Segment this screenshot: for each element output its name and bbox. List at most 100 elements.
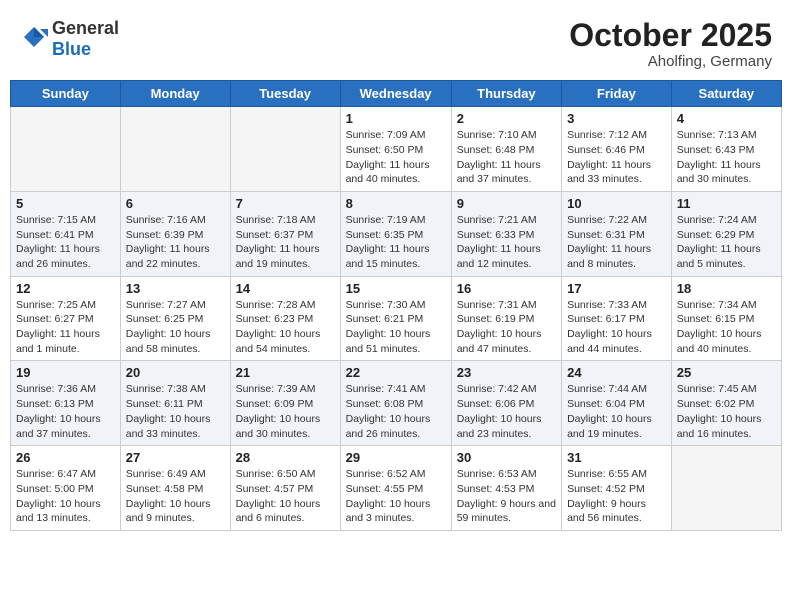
logo: General Blue <box>20 18 119 60</box>
day-detail: Sunrise: 7:25 AM Sunset: 6:27 PM Dayligh… <box>16 298 115 357</box>
calendar-cell <box>120 107 230 192</box>
day-number: 26 <box>16 450 115 465</box>
day-number: 31 <box>567 450 666 465</box>
day-number: 17 <box>567 281 666 296</box>
day-number: 4 <box>677 111 776 126</box>
day-detail: Sunrise: 7:10 AM Sunset: 6:48 PM Dayligh… <box>457 128 556 187</box>
day-detail: Sunrise: 6:53 AM Sunset: 4:53 PM Dayligh… <box>457 467 556 526</box>
calendar-cell: 14 Sunrise: 7:28 AM Sunset: 6:23 PM Dayli… <box>230 276 340 361</box>
day-detail: Sunrise: 6:50 AM Sunset: 4:57 PM Dayligh… <box>236 467 335 526</box>
calendar-header-friday: Friday <box>562 81 672 107</box>
day-number: 24 <box>567 365 666 380</box>
calendar-cell: 26Sunrise: 6:47 AM Sunset: 5:00 PM Dayli… <box>11 446 121 531</box>
calendar-table: SundayMondayTuesdayWednesdayThursdayFrid… <box>10 80 782 531</box>
day-number: 20 <box>126 365 225 380</box>
calendar-cell: 10Sunrise: 7:22 AM Sunset: 6:31 PM Dayli… <box>562 191 672 276</box>
day-detail: Sunrise: 7:13 AM Sunset: 6:43 PM Dayligh… <box>677 128 776 187</box>
day-detail: Sunrise: 7:45 AM Sunset: 6:02 PM Dayligh… <box>677 382 776 441</box>
calendar-cell: 22Sunrise: 7:41 AM Sunset: 6:08 PM Dayli… <box>340 361 451 446</box>
day-detail: Sunrise: 7:42 AM Sunset: 6:06 PM Dayligh… <box>457 382 556 441</box>
day-detail: Sunrise: 7:36 AM Sunset: 6:13 PM Dayligh… <box>16 382 115 441</box>
calendar-cell: 4 Sunrise: 7:13 AM Sunset: 6:43 PM Daylig… <box>671 107 781 192</box>
calendar-cell: 11Sunrise: 7:24 AM Sunset: 6:29 PM Dayli… <box>671 191 781 276</box>
day-number: 8 <box>346 196 446 211</box>
location: Aholfing, Germany <box>569 53 772 70</box>
day-detail: Sunrise: 6:49 AM Sunset: 4:58 PM Dayligh… <box>126 467 225 526</box>
calendar-cell <box>11 107 121 192</box>
day-number: 15 <box>346 281 446 296</box>
day-number: 16 <box>457 281 556 296</box>
day-number: 25 <box>677 365 776 380</box>
day-detail: Sunrise: 7:24 AM Sunset: 6:29 PM Dayligh… <box>677 213 776 272</box>
page-header: General Blue October 2025 Aholfing, Germ… <box>10 10 782 74</box>
day-detail: Sunrise: 7:19 AM Sunset: 6:35 PM Dayligh… <box>346 213 446 272</box>
day-number: 30 <box>457 450 556 465</box>
calendar-cell: 21Sunrise: 7:39 AM Sunset: 6:09 PM Dayli… <box>230 361 340 446</box>
calendar-cell: 13 Sunrise: 7:27 AM Sunset: 6:25 PM Dayli… <box>120 276 230 361</box>
calendar-cell: 19 Sunrise: 7:36 AM Sunset: 6:13 PM Dayli… <box>11 361 121 446</box>
calendar-cell: 27 Sunrise: 6:49 AM Sunset: 4:58 PM Dayli… <box>120 446 230 531</box>
day-detail: Sunrise: 7:34 AM Sunset: 6:15 PM Dayligh… <box>677 298 776 357</box>
calendar-cell: 18 Sunrise: 7:34 AM Sunset: 6:15 PM Dayli… <box>671 276 781 361</box>
day-number: 18 <box>677 281 776 296</box>
logo-icon <box>20 23 48 56</box>
day-number: 7 <box>236 196 335 211</box>
calendar-cell: 20 Sunrise: 7:38 AM Sunset: 6:11 PM Dayli… <box>120 361 230 446</box>
calendar-header-sunday: Sunday <box>11 81 121 107</box>
calendar-cell: 30 Sunrise: 6:53 AM Sunset: 4:53 PM Dayli… <box>451 446 561 531</box>
calendar-cell: 9 Sunrise: 7:21 AM Sunset: 6:33 PM Daylig… <box>451 191 561 276</box>
day-detail: Sunrise: 7:28 AM Sunset: 6:23 PM Dayligh… <box>236 298 335 357</box>
calendar-cell: 24 Sunrise: 7:44 AM Sunset: 6:04 PM Dayli… <box>562 361 672 446</box>
calendar-cell: 15 Sunrise: 7:30 AM Sunset: 6:21 PM Dayli… <box>340 276 451 361</box>
day-number: 3 <box>567 111 666 126</box>
calendar-header-wednesday: Wednesday <box>340 81 451 107</box>
day-detail: Sunrise: 7:27 AM Sunset: 6:25 PM Dayligh… <box>126 298 225 357</box>
calendar-cell: 8 Sunrise: 7:19 AM Sunset: 6:35 PM Daylig… <box>340 191 451 276</box>
day-detail: Sunrise: 6:52 AM Sunset: 4:55 PM Dayligh… <box>346 467 446 526</box>
day-number: 29 <box>346 450 446 465</box>
calendar-cell: 23 Sunrise: 7:42 AM Sunset: 6:06 PM Dayli… <box>451 361 561 446</box>
day-number: 10 <box>567 196 666 211</box>
day-number: 27 <box>126 450 225 465</box>
day-number: 28 <box>236 450 335 465</box>
day-number: 19 <box>16 365 115 380</box>
day-detail: Sunrise: 7:44 AM Sunset: 6:04 PM Dayligh… <box>567 382 666 441</box>
calendar-cell: 3 Sunrise: 7:12 AM Sunset: 6:46 PM Daylig… <box>562 107 672 192</box>
calendar-header-saturday: Saturday <box>671 81 781 107</box>
day-number: 14 <box>236 281 335 296</box>
day-detail: Sunrise: 7:33 AM Sunset: 6:17 PM Dayligh… <box>567 298 666 357</box>
calendar-header-thursday: Thursday <box>451 81 561 107</box>
day-detail: Sunrise: 7:30 AM Sunset: 6:21 PM Dayligh… <box>346 298 446 357</box>
logo-blue: Blue <box>52 39 91 59</box>
calendar-cell: 17 Sunrise: 7:33 AM Sunset: 6:17 PM Dayli… <box>562 276 672 361</box>
day-number: 9 <box>457 196 556 211</box>
calendar-week-5: 26Sunrise: 6:47 AM Sunset: 5:00 PM Dayli… <box>11 446 782 531</box>
day-detail: Sunrise: 7:16 AM Sunset: 6:39 PM Dayligh… <box>126 213 225 272</box>
calendar-cell: 5Sunrise: 7:15 AM Sunset: 6:41 PM Daylig… <box>11 191 121 276</box>
day-number: 5 <box>16 196 115 211</box>
day-detail: Sunrise: 7:12 AM Sunset: 6:46 PM Dayligh… <box>567 128 666 187</box>
calendar-cell <box>671 446 781 531</box>
day-detail: Sunrise: 6:55 AM Sunset: 4:52 PM Dayligh… <box>567 467 666 526</box>
day-number: 22 <box>346 365 446 380</box>
logo-general: General <box>52 18 119 38</box>
calendar-header-row: SundayMondayTuesdayWednesdayThursdayFrid… <box>11 81 782 107</box>
calendar-cell: 16 Sunrise: 7:31 AM Sunset: 6:19 PM Dayli… <box>451 276 561 361</box>
day-number: 13 <box>126 281 225 296</box>
day-detail: Sunrise: 7:31 AM Sunset: 6:19 PM Dayligh… <box>457 298 556 357</box>
calendar-header-tuesday: Tuesday <box>230 81 340 107</box>
day-detail: Sunrise: 7:38 AM Sunset: 6:11 PM Dayligh… <box>126 382 225 441</box>
month-title: October 2025 <box>569 18 772 53</box>
day-number: 12 <box>16 281 115 296</box>
logo-text: General Blue <box>52 18 119 60</box>
calendar-cell: 2Sunrise: 7:10 AM Sunset: 6:48 PM Daylig… <box>451 107 561 192</box>
calendar-cell: 25 Sunrise: 7:45 AM Sunset: 6:02 PM Dayli… <box>671 361 781 446</box>
day-detail: Sunrise: 7:21 AM Sunset: 6:33 PM Dayligh… <box>457 213 556 272</box>
day-detail: Sunrise: 7:39 AM Sunset: 6:09 PM Dayligh… <box>236 382 335 441</box>
calendar-cell: 29 Sunrise: 6:52 AM Sunset: 4:55 PM Dayli… <box>340 446 451 531</box>
calendar-week-1: 1Sunrise: 7:09 AM Sunset: 6:50 PM Daylig… <box>11 107 782 192</box>
day-detail: Sunrise: 7:18 AM Sunset: 6:37 PM Dayligh… <box>236 213 335 272</box>
calendar-week-2: 5Sunrise: 7:15 AM Sunset: 6:41 PM Daylig… <box>11 191 782 276</box>
day-number: 23 <box>457 365 556 380</box>
calendar-cell: 28 Sunrise: 6:50 AM Sunset: 4:57 PM Dayli… <box>230 446 340 531</box>
